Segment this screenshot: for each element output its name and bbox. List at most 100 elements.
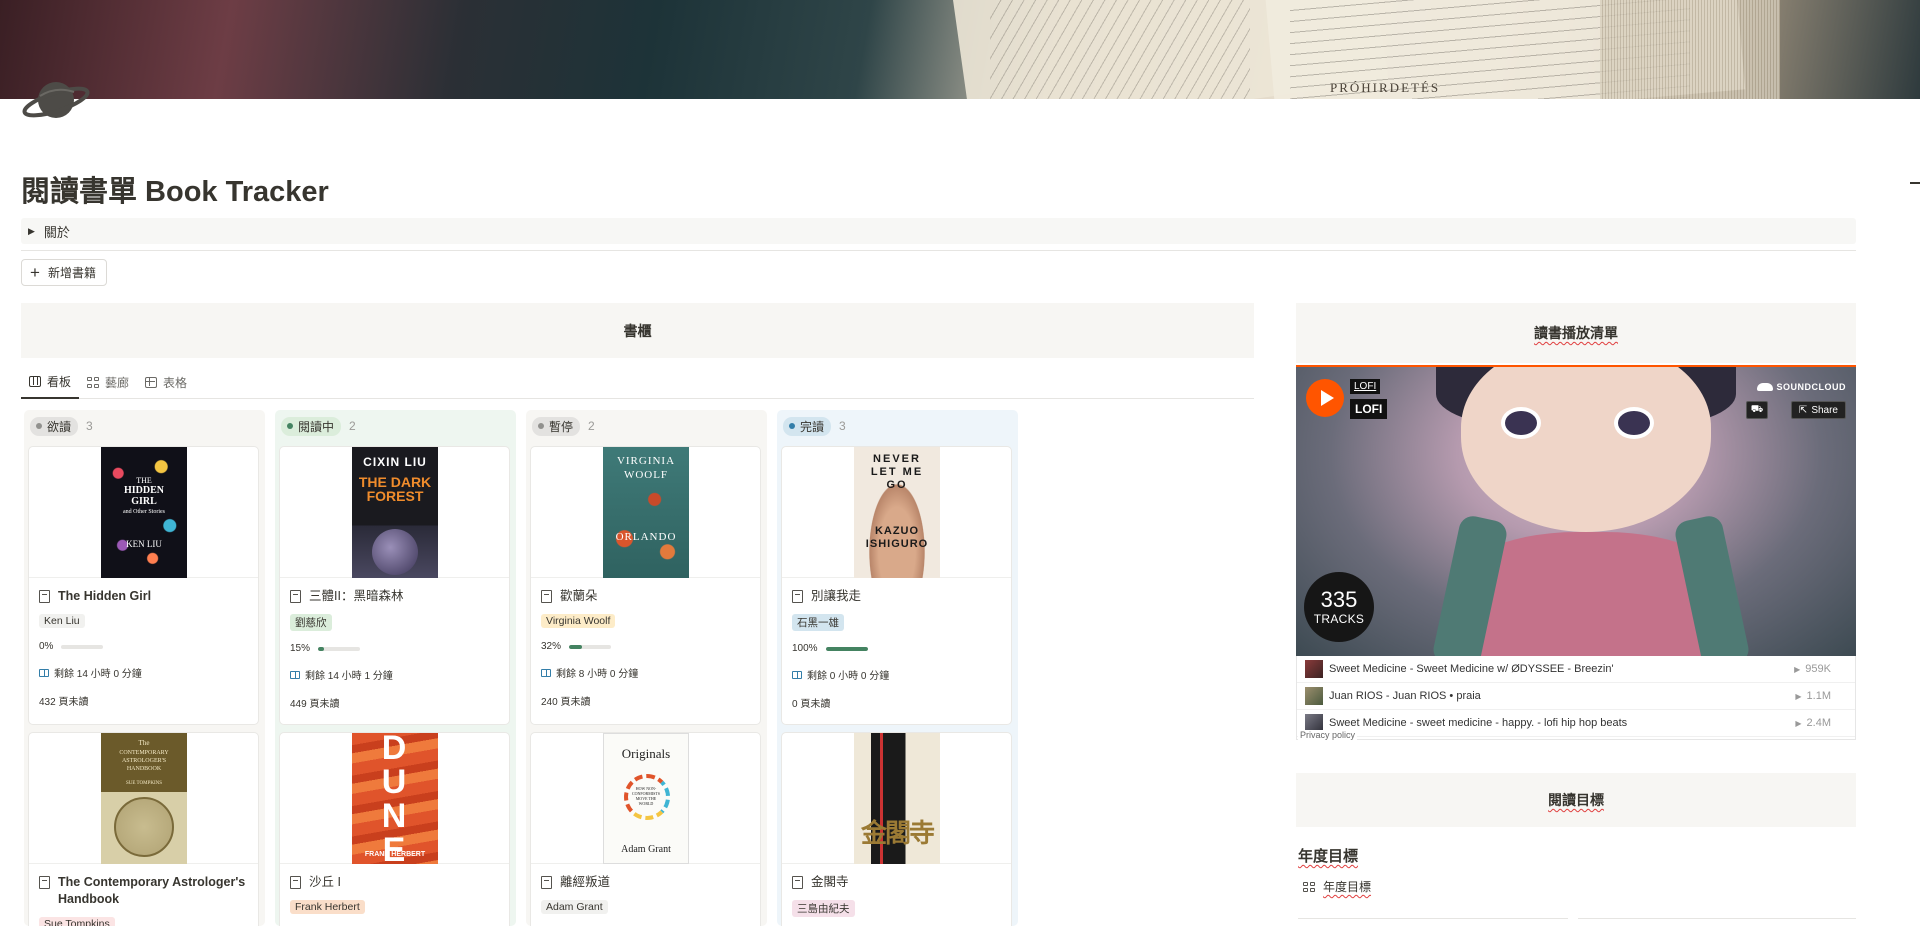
book-card[interactable]: VIRGINIA WOOLF ORLANDO 歡蘭朵 Virginia Wool… — [530, 446, 761, 725]
toggle-arrow-icon[interactable]: ▶ — [28, 226, 35, 237]
cover-text: WOOLF — [623, 469, 669, 481]
annual-goal-view-tab[interactable]: 年度目標 — [1303, 878, 1371, 895]
pages-left: 449 頁未讀 — [290, 699, 340, 710]
track-row[interactable]: Sweet Medicine - Sweet Medicine w/ ØDYSS… — [1297, 656, 1855, 683]
uploader-link[interactable]: LOFI — [1350, 379, 1381, 394]
book-card[interactable]: 金閣寺 金閣寺 三島由紀夫 — [781, 732, 1012, 926]
cover-text: NEVER LET ME GO — [870, 453, 924, 491]
shelf-heading-text: 書櫃 — [623, 322, 652, 339]
track-name: Sweet Medicine - sweet medicine - happy.… — [1329, 717, 1628, 729]
divider — [21, 250, 1856, 251]
book-title: 歡蘭朵 — [560, 589, 598, 603]
book-card[interactable]: NEVER LET ME GO KAZUO ISHIGURO 別讓我走 石黑一雄… — [781, 446, 1012, 725]
book-cover: VIRGINIA WOOLF ORLANDO — [603, 447, 689, 578]
page-icon — [39, 590, 50, 603]
cloud-icon — [1756, 383, 1773, 391]
outline-toggle[interactable] — [1910, 182, 1920, 184]
board-icon — [29, 376, 41, 387]
board-group-paused: 暫停 2 VIRGINIA WOOLF ORLANDO 歡蘭朵 Virginia… — [526, 410, 767, 926]
remaining-time: 剩餘 14 小時 0 分鐘 — [54, 669, 142, 680]
progress-text: 32% — [541, 641, 562, 652]
book-card[interactable]: The CONTEMPORARY ASTROLOGER'S HANDBOOK S… — [28, 732, 259, 926]
book-cover: NEVER LET ME GO KAZUO ISHIGURO — [854, 447, 940, 578]
progress-text: 100% — [792, 643, 818, 654]
cover-text: Adam Grant — [621, 844, 671, 855]
planet-icon[interactable] — [20, 72, 92, 124]
remaining-time: 剩餘 14 小時 1 分鐘 — [305, 671, 393, 682]
cover-text: DUNE — [381, 733, 409, 864]
progress-text: 0% — [39, 641, 54, 652]
book-cover: THE HIDDEN GIRL and Other Stories KEN LI… — [101, 447, 187, 578]
plus-icon: + — [30, 263, 40, 282]
board-group-reading: 閱讀中 2 CIXIN LIU THE DARK FOREST 三體II：黑暗森… — [275, 410, 516, 926]
author-tag: Frank Herbert — [290, 900, 365, 914]
cover-text: 金閣寺 — [860, 819, 935, 848]
add-book-button[interactable]: + 新增書籍 — [21, 259, 107, 286]
author-tag: 石黑一雄 — [792, 614, 844, 631]
cover-text: The — [138, 739, 150, 747]
author-tag: Ken Liu — [39, 614, 85, 628]
add-book-label: 新增書籍 — [47, 266, 96, 280]
tab-label: 藝廊 — [105, 376, 130, 390]
status-badge: 欲讀 — [30, 416, 79, 436]
table-icon — [145, 377, 158, 388]
board-group-want-to-read: 欲讀 3 THE HIDDEN GIRL and Other Stories K… — [24, 410, 265, 926]
tab-board[interactable]: 看板 — [21, 366, 80, 399]
cart-button[interactable]: ⛟ — [1746, 401, 1768, 419]
book-icon — [541, 668, 551, 677]
cover-text: PRÓHIRDETÉS — [1330, 80, 1441, 95]
book-card[interactable]: CIXIN LIU THE DARK FOREST 三體II：黑暗森林 劉慈欣 … — [279, 446, 510, 725]
tracks-label: TRACKS — [1313, 612, 1365, 626]
cover-text: VIRGINIA — [616, 455, 676, 467]
book-icon — [39, 668, 49, 677]
share-label: Share — [1811, 404, 1838, 416]
tab-gallery[interactable]: 藝廊 — [79, 366, 137, 399]
cover-text: ORLANDO — [615, 531, 677, 543]
book-title: 離經叛道 — [560, 875, 611, 889]
shelf-heading: 書櫃 — [21, 303, 1254, 358]
book-icon — [290, 670, 300, 679]
book-title: The Hidden Girl — [58, 589, 152, 603]
tracks-count-badge: 335 TRACKS — [1304, 572, 1374, 642]
privacy-policy-link[interactable]: Privacy policy — [1298, 730, 1358, 740]
book-icon — [792, 670, 802, 679]
status-label: 欲讀 — [47, 419, 72, 434]
toggle-label: 關於 — [43, 224, 70, 240]
track-plays: 2.4M — [1795, 717, 1831, 729]
tab-table[interactable]: 表格 — [137, 366, 195, 399]
play-button[interactable] — [1306, 379, 1344, 417]
reading-goals-heading: 閱讀目標 — [1296, 773, 1856, 827]
tracks-count: 335 — [1320, 587, 1358, 612]
playlist-title[interactable]: LOFI — [1350, 399, 1388, 419]
pages-left: 240 頁未讀 — [541, 697, 591, 708]
progress-bar — [318, 646, 361, 651]
status-label: 暫停 — [549, 419, 574, 434]
track-name: Juan RIOS - Juan RIOS • praia — [1329, 690, 1481, 702]
playlist-heading: 讀書播放清單 — [1296, 303, 1856, 363]
group-count: 2 — [588, 419, 595, 433]
soundcloud-logo[interactable]: SOUNDCLOUD — [1756, 382, 1847, 392]
tab-label: 看板 — [47, 375, 72, 389]
status-badge: 完讀 — [783, 416, 832, 436]
book-card[interactable]: THE HIDDEN GIRL and Other Stories KEN LI… — [28, 446, 259, 725]
cover-text: THE DARK FOREST — [358, 474, 432, 504]
author-tag: 劉慈欣 — [290, 614, 332, 631]
book-cover: DUNE FRANK HERBERT — [352, 733, 438, 864]
progress-bar — [61, 644, 104, 649]
gallery-icon — [1303, 881, 1315, 892]
book-card[interactable]: DUNE FRANK HERBERT 沙丘 I Frank Herbert — [279, 732, 510, 926]
track-list: Sweet Medicine - Sweet Medicine w/ ØDYSS… — [1296, 656, 1856, 740]
share-button[interactable]: ⇱ Share — [1790, 401, 1846, 419]
track-row[interactable]: Juan RIOS - Juan RIOS • praia 1.1M — [1297, 683, 1855, 710]
page-icon — [290, 590, 301, 603]
book-card[interactable]: Originals HOW NON-CONFORMISTS MOVE THE W… — [530, 732, 761, 926]
book-title: 別讓我走 — [811, 589, 862, 603]
author-tag: Sue Tompkins — [39, 917, 115, 926]
about-toggle[interactable]: ▶ 關於 — [21, 218, 1856, 244]
page-cover-image: PRÓHIRDETÉS — [0, 0, 1920, 99]
board-group-finished: 完讀 3 NEVER LET ME GO KAZUO ISHIGURO 別讓我走… — [777, 410, 1018, 926]
soundcloud-player[interactable]: LOFI LOFI SOUNDCLOUD ⛟ ⇱ Share 335 TRACKS — [1296, 365, 1856, 656]
track-row[interactable]: Sweet Medicine - sweet medicine - happy.… — [1297, 710, 1855, 737]
cover-text: SUE TOMPKINS — [125, 781, 163, 786]
cover-text: CONTEMPORARY ASTROLOGER'S HANDBOOK — [119, 750, 169, 772]
